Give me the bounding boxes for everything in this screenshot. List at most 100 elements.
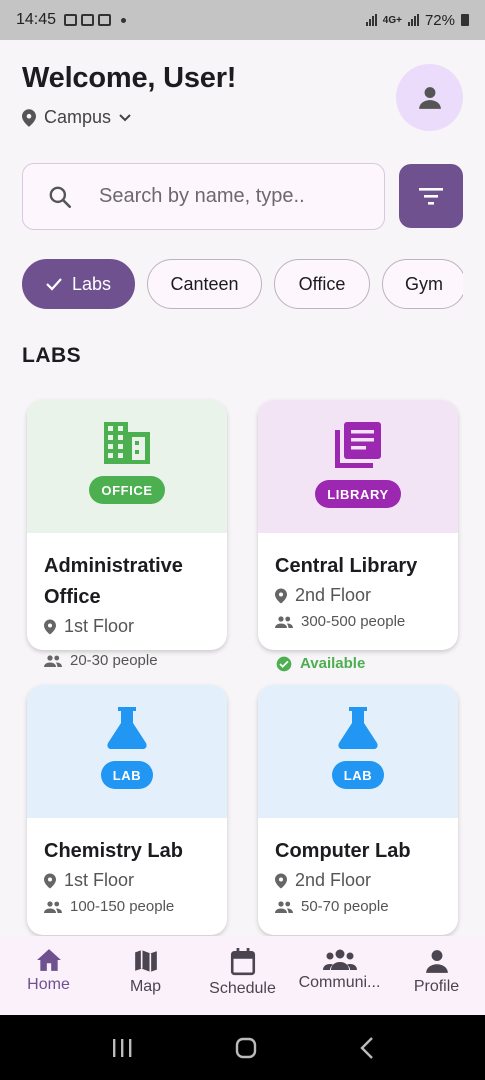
- status-time: 14:45: [16, 11, 57, 28]
- nav-community[interactable]: Communi...: [291, 936, 388, 1015]
- recent-apps-icon[interactable]: [110, 1037, 134, 1059]
- check-circle-icon: [276, 656, 292, 671]
- person-icon: [418, 86, 441, 109]
- page-title: Welcome, User!: [22, 62, 237, 94]
- card-header: OFFICE: [27, 400, 227, 533]
- filter-button[interactable]: [399, 164, 463, 228]
- chip-gym[interactable]: Gym: [382, 259, 463, 309]
- community-icon: [322, 949, 357, 970]
- message-notification-icon: [98, 14, 112, 26]
- avatar[interactable]: [396, 64, 463, 131]
- gallery-notification-icon: [64, 14, 78, 26]
- home-button-icon[interactable]: [234, 1036, 258, 1060]
- capacity-label: 20-30 people: [70, 652, 158, 669]
- card-body: Chemistry Lab 1st Floor 100-150 people: [27, 818, 227, 915]
- nav-schedule[interactable]: Schedule: [194, 936, 291, 1015]
- floor-label: 1st Floor: [64, 870, 135, 890]
- category-badge: LAB: [331, 761, 385, 789]
- header: Welcome, User! Campus: [22, 62, 236, 128]
- flask-icon: [338, 707, 378, 749]
- search-placeholder: Search by name, type..: [99, 185, 305, 207]
- location-pin-icon: [44, 619, 56, 634]
- card-body: Administrative Office 1st Floor: [27, 533, 227, 637]
- nav-label: Communi...: [298, 974, 381, 991]
- app-notification-icon: [81, 14, 95, 26]
- location-card[interactable]: LAB Computer Lab 2nd Floor 50-70 people: [258, 685, 458, 935]
- card-header: LIBRARY: [258, 400, 458, 533]
- building-icon: [104, 422, 150, 464]
- location-pin-icon: [275, 873, 287, 888]
- capacity-label: 300-500 people: [301, 613, 406, 630]
- location-card[interactable]: LAB Chemistry Lab 1st Floor 100-150 peop…: [27, 685, 227, 935]
- back-icon[interactable]: [359, 1036, 375, 1060]
- card-capacity: 300-500 people: [275, 613, 441, 630]
- more-notifications-dot-icon: [121, 17, 127, 23]
- location-selector[interactable]: Campus: [22, 107, 236, 128]
- chip-label: Office: [298, 273, 346, 294]
- status-bar: 14:45 4G+ 72%: [0, 0, 485, 40]
- capacity-label: 100-150 people: [70, 898, 175, 915]
- library-books-icon: [335, 422, 381, 468]
- location-card[interactable]: OFFICE Administrative Office 1st Floor: [27, 400, 227, 650]
- check-icon: [46, 278, 62, 291]
- floor-label: 2nd Floor: [295, 870, 372, 890]
- card-title: Chemistry Lab: [44, 840, 183, 862]
- location-pin-icon: [275, 588, 287, 603]
- person-icon: [425, 950, 448, 973]
- people-icon: [44, 654, 62, 667]
- search-input[interactable]: Search by name, type..: [22, 163, 385, 230]
- battery-icon: [461, 14, 469, 26]
- chevron-down-icon: [119, 113, 131, 121]
- location-pin-icon: [22, 108, 36, 127]
- card-title: Computer Lab: [275, 840, 411, 862]
- system-nav-bar: [0, 1015, 485, 1080]
- chip-label: Gym: [405, 273, 443, 294]
- map-icon: [134, 950, 157, 972]
- card-availability-overflow: Available: [276, 655, 365, 672]
- availability-label: Available: [300, 655, 366, 672]
- people-icon: [44, 900, 62, 913]
- card-title: Central Library: [275, 555, 418, 577]
- bottom-nav: Home Map Schedule Communi... Profile: [0, 936, 485, 1015]
- nav-label: Schedule: [209, 980, 276, 997]
- chip-office[interactable]: Office: [274, 259, 370, 309]
- nav-label: Profile: [413, 978, 460, 995]
- location-card[interactable]: LIBRARY Central Library 2nd Floor 300-50…: [258, 400, 458, 650]
- card-capacity-overflow: 20-30 people: [44, 652, 158, 669]
- card-body: Central Library 2nd Floor 300-500 people: [258, 533, 458, 630]
- calendar-icon: [230, 948, 255, 976]
- card-floor: 1st Floor: [44, 616, 210, 637]
- card-floor: 2nd Floor: [275, 585, 441, 606]
- search-icon: [49, 186, 72, 208]
- category-badge: LAB: [100, 761, 154, 789]
- category-chips: Labs Canteen Office Gym: [22, 259, 463, 309]
- chip-labs[interactable]: Labs: [22, 259, 135, 309]
- nav-home[interactable]: Home: [0, 936, 97, 1015]
- card-capacity: 100-150 people: [44, 898, 210, 915]
- card-header: LAB: [258, 685, 458, 818]
- location-label: Campus: [44, 107, 112, 127]
- chip-label: Canteen: [170, 273, 239, 294]
- nav-label: Map: [129, 978, 162, 995]
- card-header: LAB: [27, 685, 227, 818]
- card-floor: 1st Floor: [44, 870, 210, 891]
- category-badge: OFFICE: [89, 476, 165, 504]
- battery-percent: 72%: [424, 11, 455, 29]
- people-icon: [275, 900, 293, 913]
- network-type: 4G+: [382, 14, 402, 26]
- card-body: Computer Lab 2nd Floor 50-70 people: [258, 818, 458, 915]
- home-icon: [36, 949, 61, 971]
- status-right: 4G+ 72%: [365, 11, 469, 29]
- nav-label: Home: [27, 976, 70, 993]
- signal-icon-2: [407, 14, 419, 26]
- flask-icon: [107, 707, 147, 749]
- chip-label: Labs: [71, 273, 112, 294]
- card-floor: 2nd Floor: [275, 870, 441, 891]
- location-pin-icon: [44, 873, 56, 888]
- nav-profile[interactable]: Profile: [388, 936, 485, 1015]
- status-notification-icons: [64, 14, 127, 26]
- nav-map[interactable]: Map: [97, 936, 194, 1015]
- floor-label: 1st Floor: [64, 616, 135, 636]
- chip-canteen[interactable]: Canteen: [147, 259, 262, 309]
- filter-icon: [419, 188, 443, 205]
